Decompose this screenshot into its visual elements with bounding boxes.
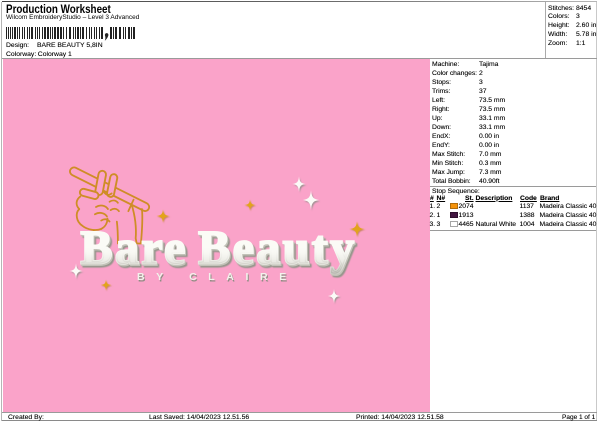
svg-text:BY CLAIRE: BY CLAIRE [137,271,298,283]
svg-text:Bare Beauty: Bare Beauty [80,222,356,275]
